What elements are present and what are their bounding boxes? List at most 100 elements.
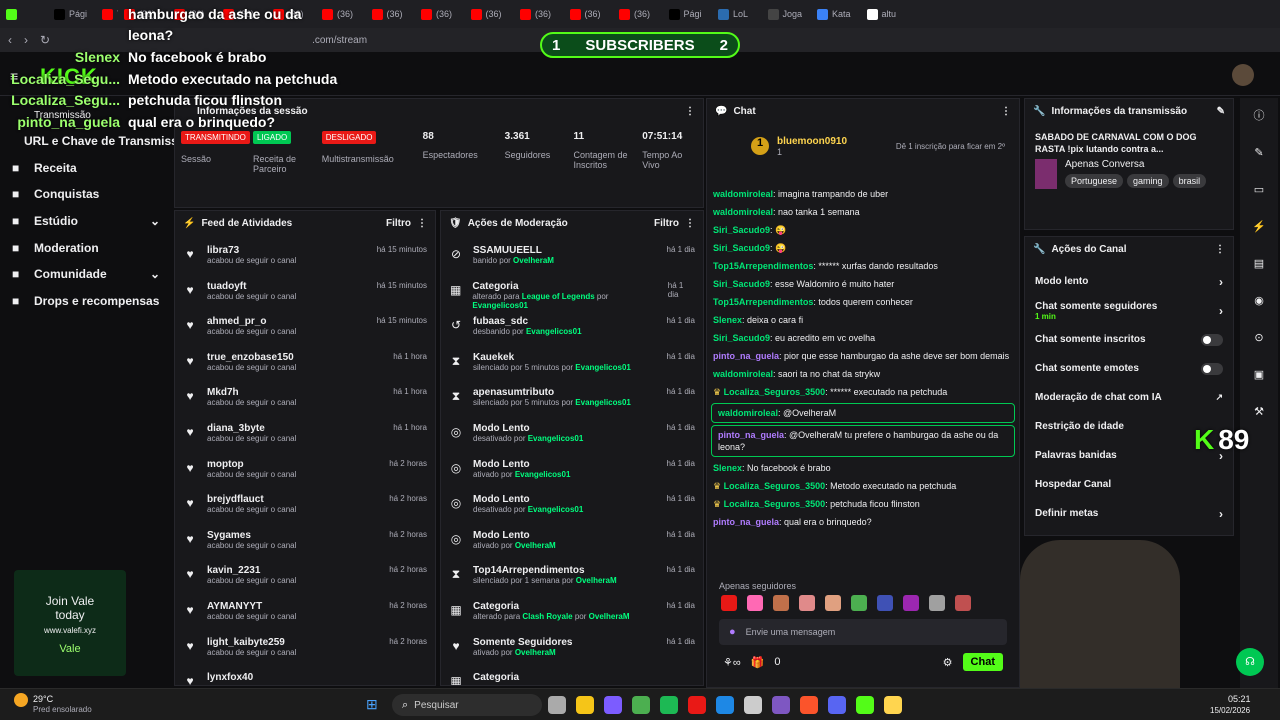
chat-icon[interactable]: ◉: [1240, 283, 1278, 320]
chat-username[interactable]: waldomiroleal: [718, 408, 778, 418]
moderation-item[interactable]: ▦ Categoria: [441, 668, 703, 685]
chat-username[interactable]: waldomiroleal: [713, 369, 773, 379]
chat-message[interactable]: ♛ Localiza_Seguros_3500: ****** executad…: [707, 383, 1019, 401]
moderation-moderator[interactable]: OvelheraM: [515, 648, 556, 657]
emote-icon[interactable]: [877, 595, 893, 611]
taskbar-app-icon[interactable]: [856, 696, 874, 714]
chat-message[interactable]: Top15Arrependimentos: todos querem conhe…: [707, 293, 1019, 311]
taskbar-app-icon[interactable]: [744, 696, 762, 714]
chat-username[interactable]: Siri_Sacudo9: [713, 243, 770, 253]
activity-item[interactable]: ♥ AYMANYYT acabou de seguir o canal há 2 ho…: [175, 597, 435, 633]
activity-user[interactable]: Mkd7h: [207, 387, 296, 398]
taskbar-app-icon[interactable]: [548, 696, 566, 714]
moderation-moderator[interactable]: Evangelicos01: [528, 434, 584, 443]
moderation-moderator[interactable]: Evangelicos01: [515, 470, 571, 479]
activity-item[interactable]: ♥ Mkd7h acabou de seguir o canal há 1 hora: [175, 383, 435, 419]
moderation-moderator[interactable]: Evangelicos01: [526, 327, 582, 336]
activity-user[interactable]: kavin_2231: [207, 565, 296, 576]
vale-ad[interactable]: Join Vale today www.valefi.xyz Vale: [14, 570, 126, 676]
activity-user[interactable]: light_kaibyte259: [207, 637, 296, 648]
stream-tag[interactable]: brasil: [1172, 174, 1207, 188]
moderation-item[interactable]: ⊘ SSAMUUEELL banido por OvelheraM há 1 dia: [441, 241, 703, 277]
chat-message[interactable]: Siri_Sacudo9: esse Waldomiro é muito hat…: [707, 275, 1019, 293]
activity-item[interactable]: ♥ Sygames acabou de seguir o canal há 2 hor…: [175, 526, 435, 562]
browser-tab[interactable]: (36): [366, 0, 416, 28]
moderation-filter[interactable]: Filtro: [654, 218, 679, 229]
bolt-icon[interactable]: ⚡: [1240, 209, 1278, 246]
moderation-item[interactable]: ⧗ Top14Arrependimentos silenciado por 1 se…: [441, 561, 703, 597]
stream-tag[interactable]: Portuguese: [1065, 174, 1124, 188]
toggle-switch[interactable]: [1201, 362, 1223, 375]
moderation-item[interactable]: ◎ Modo Lento ativado por Evangelicos01 há 1…: [441, 455, 703, 491]
chat-message[interactable]: pinto_na_guela: qual era o brinquedo?: [707, 513, 1019, 531]
moderation-moderator[interactable]: Evangelicos01: [575, 398, 631, 407]
layout-icon[interactable]: ▭: [1240, 172, 1278, 209]
sidebar-item[interactable]: ■ Estúdio ⌄: [0, 208, 172, 235]
activity-user[interactable]: moptop: [207, 459, 296, 470]
activity-user[interactable]: brejydflauct: [207, 494, 296, 505]
browser-tab[interactable]: (36): [613, 0, 663, 28]
points-icon[interactable]: ⚘∞: [723, 656, 741, 669]
chat-username[interactable]: Localiza_Seguros_3500: [724, 481, 826, 491]
sidebar-item[interactable]: ■ Drops e recompensas: [0, 288, 172, 315]
moderation-item[interactable]: ⧗ apenasumtributo silenciado por 5 minutos…: [441, 383, 703, 419]
more-icon[interactable]: ⋮: [685, 106, 695, 117]
taskbar-app-icon[interactable]: [716, 696, 734, 714]
taskbar-app-icon[interactable]: [772, 696, 790, 714]
chat-username[interactable]: pinto_na_guela: [713, 351, 779, 361]
channel-action[interactable]: Chat somente inscritos: [1025, 325, 1233, 354]
activity-user[interactable]: tuadoyft: [207, 281, 296, 292]
settings-icon[interactable]: ⚙: [943, 656, 953, 669]
emote-icon[interactable]: [955, 595, 971, 611]
activity-item[interactable]: ♥ lynxfox40: [175, 668, 435, 685]
taskbar-app-icon[interactable]: [828, 696, 846, 714]
activity-user[interactable]: ahmed_pr_o: [207, 316, 296, 327]
moderation-item[interactable]: ◎ Modo Lento ativado por OvelheraM há 1 dia: [441, 526, 703, 562]
stream-tag[interactable]: gaming: [1127, 174, 1169, 188]
chat-username[interactable]: Siri_Sacudo9: [713, 279, 770, 289]
chat-message[interactable]: Siri_Sacudo9: 😜: [707, 239, 1019, 257]
moderation-moderator[interactable]: Evangelicos01: [472, 301, 528, 310]
moderation-moderator[interactable]: OvelheraM: [589, 612, 630, 621]
taskbar-app-icon[interactable]: [604, 696, 622, 714]
channel-action[interactable]: Moderação de chat com IA ↗: [1025, 383, 1233, 412]
more-icon[interactable]: ⋮: [1001, 106, 1011, 117]
chat-username[interactable]: Slenex: [713, 463, 742, 473]
broadcast-icon[interactable]: ⊙: [1240, 320, 1278, 357]
activity-item[interactable]: ♥ brejydflauct acabou de seguir o canal há …: [175, 490, 435, 526]
emote-icon[interactable]: [851, 595, 867, 611]
moderation-moderator[interactable]: OvelheraM: [515, 541, 556, 550]
mic-icon[interactable]: ●: [729, 626, 736, 638]
pinned-user[interactable]: bluemoon0910: [777, 136, 847, 147]
message-input[interactable]: ● Envie uma mensagem: [719, 619, 1007, 645]
channel-action[interactable]: Definir metas ›: [1025, 499, 1233, 528]
chat-message[interactable]: Slenex: No facebook é brabo: [707, 459, 1019, 477]
browser-tab[interactable]: (36): [564, 0, 614, 28]
activity-item[interactable]: ♥ moptop acabou de seguir o canal há 2 hora…: [175, 455, 435, 491]
gift-text[interactable]: Dê 1 inscrição para ficar em 2º: [896, 142, 1005, 151]
taskbar-app-icon[interactable]: [800, 696, 818, 714]
browser-tab[interactable]: Joga: [762, 0, 812, 28]
emote-icon[interactable]: [721, 595, 737, 611]
chat-message[interactable]: Siri_Sacudo9: 😜: [707, 221, 1019, 239]
toggle-switch[interactable]: [1201, 333, 1223, 346]
activity-item[interactable]: ♥ tuadoyft acabou de seguir o canal há 15 m…: [175, 277, 435, 313]
emote-icon[interactable]: [825, 595, 841, 611]
chat-username[interactable]: waldomiroleal: [713, 189, 773, 199]
browser-tab[interactable]: Pági: [663, 0, 713, 28]
activity-item[interactable]: ♥ kavin_2231 acabou de seguir o canal há 2 …: [175, 561, 435, 597]
moderation-item[interactable]: ♥ Somente Seguidores ativado por OvelheraM…: [441, 633, 703, 669]
chat-username[interactable]: Slenex: [713, 315, 742, 325]
sidebar-item[interactable]: ■ Moderation: [0, 234, 172, 261]
chat-message[interactable]: waldomiroleal: @OvelheraM: [711, 403, 1015, 423]
activity-user[interactable]: true_enzobase150: [207, 352, 296, 363]
info-icon[interactable]: ⓘ: [1240, 98, 1278, 135]
chat-message[interactable]: waldomiroleal: nao tanka 1 semana: [707, 203, 1019, 221]
moderation-moderator[interactable]: OvelheraM: [513, 256, 554, 265]
taskbar-app-icon[interactable]: [632, 696, 650, 714]
moderation-item[interactable]: ◎ Modo Lento desativado por Evangelicos01 h…: [441, 490, 703, 526]
activity-item[interactable]: ♥ light_kaibyte259 acabou de seguir o cana…: [175, 633, 435, 669]
windows-start-icon[interactable]: ⊞: [366, 696, 378, 713]
activity-item[interactable]: ♥ ahmed_pr_o acabou de seguir o canal há 15…: [175, 312, 435, 348]
channel-action[interactable]: Chat somente emotes: [1025, 354, 1233, 383]
